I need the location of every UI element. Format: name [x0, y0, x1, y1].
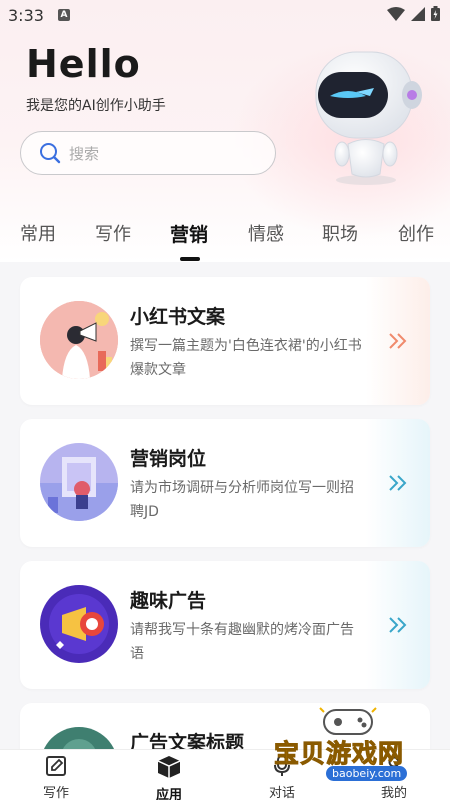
- card-xiaohongshu[interactable]: 小红书文案 撰写一篇主题为'白色连衣裙'的小红书爆款文章: [20, 277, 430, 405]
- watermark-url: baobeiy.com: [326, 766, 408, 781]
- tab-emotion[interactable]: 情感: [248, 220, 284, 246]
- tab-writing[interactable]: 写作: [95, 220, 131, 246]
- city-scene-icon: [40, 443, 118, 521]
- card-title: 小红书文案: [130, 306, 226, 328]
- card-thumbnail: [40, 443, 118, 521]
- robot-mascot-icon: [315, 51, 422, 185]
- megaphone-woman-icon: [40, 301, 118, 379]
- category-tabs: 常用 写作 营销 情感 职场 创作: [0, 214, 450, 262]
- card-thumbnail: [40, 585, 118, 663]
- nav-apps-label: 应用: [155, 788, 182, 800]
- card-title: 趣味广告: [130, 590, 207, 612]
- card-thumbnail: [40, 301, 118, 379]
- tab-common[interactable]: 常用: [20, 220, 56, 246]
- search-icon: [40, 143, 61, 164]
- card-marketing-job[interactable]: 营销岗位 请为市场调研与分析师岗位写一则招聘JD: [20, 419, 430, 547]
- status-bar: 3:33 A: [0, 0, 450, 32]
- tab-workplace[interactable]: 职场: [322, 220, 358, 246]
- card-description: 撰写一篇主题为'白色连衣裙'的小红书爆款文章: [130, 338, 362, 378]
- wifi-icon: [387, 6, 405, 21]
- card-arrow-button[interactable]: [366, 419, 430, 547]
- nav-write-label: 写作: [42, 786, 69, 800]
- search-input[interactable]: 搜索: [20, 131, 276, 175]
- nav-apps[interactable]: 应用: [139, 754, 199, 800]
- double-chevron-right-icon: [389, 475, 407, 491]
- card-arrow-button[interactable]: [366, 561, 430, 689]
- megaphone-icon: [40, 585, 118, 663]
- card-fun-ad[interactable]: 趣味广告 请帮我写十条有趣幽默的烤冷面广告语: [20, 561, 430, 689]
- tab-marketing[interactable]: 营销: [170, 220, 208, 247]
- double-chevron-right-icon: [389, 617, 407, 633]
- battery-icon: [431, 6, 440, 21]
- nav-write[interactable]: 写作: [26, 754, 86, 800]
- tab-creation[interactable]: 创作: [398, 220, 434, 246]
- tab-active-indicator: [180, 257, 200, 261]
- card-title: 营销岗位: [130, 448, 207, 470]
- card-description: 请帮我写十条有趣幽默的烤冷面广告语: [130, 622, 354, 662]
- notification-icon: A: [58, 9, 70, 21]
- status-time: 3:33: [8, 6, 44, 25]
- watermark-logo: 宝贝游戏网 baobeiy.com: [270, 700, 430, 790]
- signal-icon: [411, 6, 425, 21]
- greeting-subtitle: 我是您的AI创作小助手: [26, 98, 166, 114]
- watermark-brand: 宝贝游戏网: [273, 739, 405, 769]
- greeting-title: Hello: [26, 42, 141, 86]
- search-placeholder: 搜索: [69, 144, 100, 163]
- double-chevron-right-icon: [389, 333, 407, 349]
- box-icon: [157, 756, 181, 778]
- card-arrow-button[interactable]: [366, 277, 430, 405]
- card-description: 请为市场调研与分析师岗位写一则招聘JD: [130, 480, 354, 520]
- pencil-icon: [46, 756, 66, 776]
- gamepad-icon: [319, 707, 377, 735]
